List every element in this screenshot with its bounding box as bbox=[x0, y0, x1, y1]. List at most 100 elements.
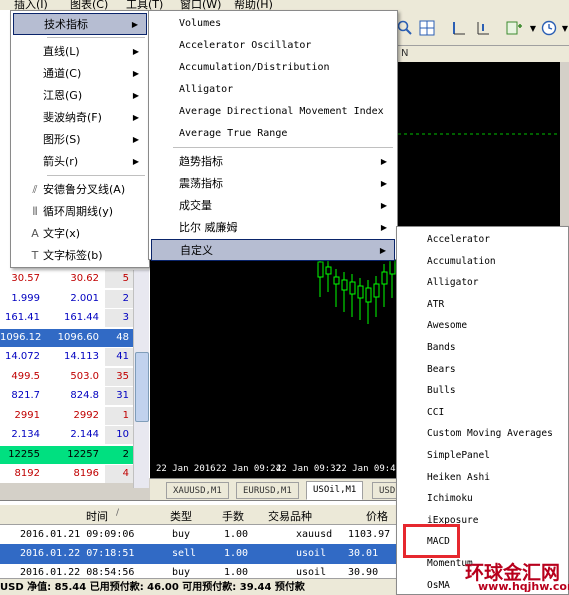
menu-tools[interactable]: 工具(T) bbox=[126, 0, 163, 10]
candle-body bbox=[349, 281, 356, 295]
tab-xauusd[interactable]: XAUUSD,M1 bbox=[166, 482, 229, 499]
spread-cell: 35 bbox=[105, 367, 133, 386]
indicator-tool-icon[interactable] bbox=[473, 18, 493, 38]
market-watch-row[interactable]: 2.134 2.144 10 bbox=[0, 426, 150, 444]
market-watch-row[interactable]: 8192 8196 4 bbox=[0, 465, 150, 483]
market-watch-row[interactable]: 14.072 14.113 41 bbox=[0, 348, 150, 366]
market-watch-row[interactable]: 1.999 2.001 2 bbox=[0, 289, 150, 308]
spread-cell: 3 bbox=[105, 309, 133, 327]
custom-indicator-item[interactable]: Heiken Ashi bbox=[399, 467, 566, 489]
custom-indicator-item[interactable]: Awesome bbox=[399, 315, 566, 337]
text-label-icon: T bbox=[31, 249, 39, 262]
submenu-arrow-icon: ▶ bbox=[132, 47, 139, 56]
menu-item-label: CCI bbox=[427, 406, 445, 418]
text-icon: A bbox=[31, 227, 39, 240]
bid-cell: 161.41 bbox=[0, 309, 50, 327]
indicator-menu-item[interactable]: Volumes bbox=[151, 13, 395, 35]
spread-cell: 31 bbox=[105, 387, 133, 405]
col-symbol[interactable]: 交易品种 bbox=[268, 508, 312, 524]
insert-menu-item[interactable]: 直线(L) ▶ bbox=[13, 41, 147, 63]
indicator-menu-item[interactable]: Alligator bbox=[151, 79, 395, 101]
custom-indicator-item[interactable]: Ichimoku bbox=[399, 488, 566, 510]
spread-cell: 2 bbox=[105, 445, 133, 464]
col-lots[interactable]: 手数 bbox=[222, 508, 244, 524]
candle-body bbox=[381, 271, 388, 285]
custom-indicator-item[interactable]: Alligator bbox=[399, 272, 566, 294]
insert-menu-item[interactable]: 图形(S) ▶ bbox=[13, 129, 147, 151]
ask-cell: 161.44 bbox=[50, 309, 105, 327]
custom-indicator-item[interactable]: Bears bbox=[399, 359, 566, 381]
menu-help[interactable]: 帮助(H) bbox=[234, 0, 273, 10]
menu-item-label: Ichimoku bbox=[427, 493, 473, 505]
menu-item-label: Alligator bbox=[179, 84, 234, 95]
market-watch-row[interactable]: 30.57 30.62 5 bbox=[0, 270, 150, 288]
tab-eurusd[interactable]: EURUSD,M1 bbox=[236, 482, 299, 499]
tile-windows-icon[interactable] bbox=[417, 18, 437, 38]
insert-menu-item[interactable]: 江恩(G) ▶ bbox=[13, 85, 147, 107]
custom-indicator-item[interactable]: SimplePanel bbox=[399, 445, 566, 467]
period-separator-icon[interactable] bbox=[449, 18, 469, 38]
custom-indicator-item[interactable]: ATR bbox=[399, 294, 566, 316]
market-watch-row[interactable]: 821.7 824.8 31 bbox=[0, 387, 150, 405]
tab-usoil[interactable]: USOil,M1 bbox=[306, 481, 364, 500]
menu-item-label: Heiken Ashi bbox=[427, 471, 490, 483]
date-label: 22 Jan 09:24 bbox=[216, 464, 282, 474]
custom-indicator-item[interactable]: Bulls bbox=[399, 380, 566, 402]
custom-indicator-item[interactable]: CCI bbox=[399, 402, 566, 424]
insert-menu-item[interactable]: 斐波纳奇(F) ▶ bbox=[13, 107, 147, 129]
menu-item-label: Awesome bbox=[427, 320, 468, 332]
market-watch-row[interactable]: 499.5 503.0 35 bbox=[0, 367, 150, 386]
menu-item-label: 文字标签(b) bbox=[43, 249, 103, 262]
ask-cell: 14.113 bbox=[50, 348, 105, 366]
bid-cell: 499.5 bbox=[0, 367, 50, 386]
ask-cell: 2.144 bbox=[50, 426, 105, 444]
insert-menu-item[interactable]: 通道(C) ▶ bbox=[13, 63, 147, 85]
menu-insert[interactable]: 插入(I) bbox=[14, 0, 48, 10]
market-watch-row[interactable]: 161.41 161.44 3 bbox=[0, 309, 150, 327]
custom-indicator-item[interactable]: Accelerator bbox=[399, 229, 566, 251]
col-price[interactable]: 价格 bbox=[366, 508, 388, 524]
indicator-menu-item[interactable]: 比尔 威廉姆 ▶ bbox=[151, 217, 395, 239]
indicator-menu-item[interactable]: 成交量 ▶ bbox=[151, 195, 395, 217]
market-watch-row[interactable]: 2991 2992 1 bbox=[0, 406, 150, 425]
submenu-arrow-icon: ▶ bbox=[380, 223, 387, 232]
menu-window[interactable]: 窗口(W) bbox=[180, 0, 221, 10]
zoom-icon[interactable] bbox=[395, 18, 415, 38]
submenu-arrow-icon: ▶ bbox=[132, 157, 139, 166]
trade-price: 1103.97 bbox=[348, 529, 391, 540]
insert-menu-item[interactable]: ⦀ 循环周期线(y) bbox=[13, 201, 147, 223]
custom-indicator-item[interactable]: Bands bbox=[399, 337, 566, 359]
market-watch-row[interactable]: 1096.12 1096.60 48 bbox=[0, 328, 150, 347]
menu-item-label: ATR bbox=[427, 298, 445, 310]
indicator-menu-item[interactable]: 自定义 ▶ bbox=[151, 239, 395, 261]
indicator-menu-item[interactable]: Average True Range bbox=[151, 123, 395, 145]
market-watch-row[interactable]: 12255 12257 2 bbox=[0, 445, 150, 464]
insert-menu-item[interactable]: A 文字(x) bbox=[13, 223, 147, 245]
insert-menu-item[interactable]: 箭头(r) ▶ bbox=[13, 151, 147, 173]
custom-indicator-item[interactable]: Custom Moving Averages bbox=[399, 423, 566, 445]
submenu-arrow-icon: ▶ bbox=[379, 246, 386, 255]
menu-charts[interactable]: 图表(C) bbox=[70, 0, 108, 10]
submenu-arrow-icon: ▶ bbox=[132, 69, 139, 78]
custom-indicator-item[interactable]: Accumulation bbox=[399, 251, 566, 273]
col-time[interactable]: 时间 bbox=[86, 508, 108, 524]
insert-menu-item[interactable]: ⫽ 安德鲁分叉线(A) bbox=[13, 179, 147, 201]
menu-item-label: 斐波纳奇(F) bbox=[43, 111, 102, 124]
indicator-menu-item[interactable]: Accelerator Oscillator bbox=[151, 35, 395, 57]
new-chart-icon[interactable] bbox=[505, 18, 525, 38]
bid-cell: 821.7 bbox=[0, 387, 50, 405]
indicator-menu-item[interactable]: 趋势指标 ▶ bbox=[151, 151, 395, 173]
indicator-menu-item[interactable]: Accumulation/Distribution bbox=[151, 57, 395, 79]
bid-cell: 1096.12 bbox=[0, 328, 50, 347]
submenu-arrow-icon: ▶ bbox=[132, 135, 139, 144]
indicator-menu-item[interactable]: Average Directional Movement Index bbox=[151, 101, 395, 123]
submenu-arrow-icon: ▶ bbox=[131, 20, 138, 29]
chevron-down-icon[interactable]: ▼ bbox=[555, 18, 569, 38]
col-type[interactable]: 类型 bbox=[170, 508, 192, 524]
candle-body bbox=[357, 285, 364, 299]
spread-cell: 4 bbox=[105, 465, 133, 483]
menu-item-label: Accelerator bbox=[427, 234, 490, 245]
insert-menu-item[interactable]: T 文字标签(b) bbox=[13, 245, 147, 267]
insert-menu-item[interactable]: 技术指标 ▶ bbox=[13, 13, 147, 35]
indicator-menu-item[interactable]: 震荡指标 ▶ bbox=[151, 173, 395, 195]
